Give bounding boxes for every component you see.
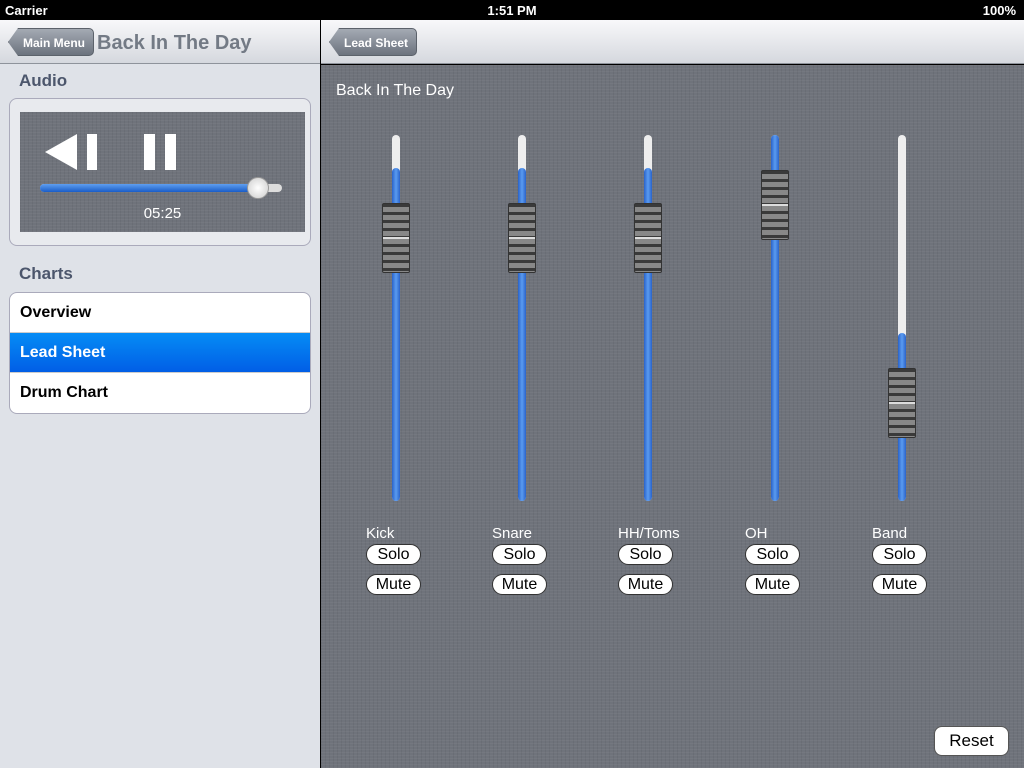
channel-label: Kick — [366, 525, 395, 542]
fader-track[interactable] — [898, 135, 906, 501]
sidebar-title: Back In The Day — [97, 32, 252, 54]
channel-label: Snare — [492, 525, 533, 542]
fader-thumb[interactable] — [508, 202, 536, 273]
fader-track[interactable] — [644, 135, 652, 501]
status-bar: Carrier 1:51 PM 100% — [0, 0, 1024, 20]
chart-item[interactable]: Lead Sheet — [10, 333, 310, 373]
fader-thumb[interactable] — [761, 170, 789, 241]
main-panel: Lead Sheet Back In The Day Reset Kick So… — [321, 20, 1024, 768]
sidebar-nav-bar: Main Menu Back In The Day — [0, 20, 320, 64]
mute-button[interactable]: Mute — [618, 574, 673, 595]
lead-sheet-back-button[interactable]: Lead Sheet — [329, 28, 418, 56]
chart-item[interactable]: Drum Chart — [10, 373, 310, 413]
song-title: Back In The Day — [336, 82, 454, 99]
charts-list: Overview Lead Sheet Drum Chart — [9, 292, 311, 414]
main-nav-bar: Lead Sheet — [321, 20, 1024, 64]
audio-panel: 05:25 — [9, 98, 311, 246]
progress-fill — [40, 184, 258, 192]
fader-track[interactable] — [392, 135, 400, 501]
main-menu-button[interactable]: Main Menu — [8, 28, 94, 56]
fader-track[interactable] — [518, 135, 526, 501]
mute-button[interactable]: Mute — [492, 574, 547, 595]
solo-button[interactable]: Solo — [366, 544, 421, 565]
solo-button[interactable]: Solo — [872, 544, 927, 565]
pause-icon[interactable] — [144, 132, 180, 172]
channel-label: OH — [745, 525, 768, 542]
audio-heading: Audio — [19, 71, 68, 90]
audio-player: 05:25 — [20, 112, 305, 232]
mute-button[interactable]: Mute — [745, 574, 800, 595]
clock: 1:51 PM — [487, 3, 537, 18]
elapsed-time: 05:25 — [143, 205, 182, 222]
channel-label: HH/Toms — [618, 525, 680, 542]
solo-button[interactable]: Solo — [618, 544, 673, 565]
fader-thumb[interactable] — [888, 368, 916, 439]
solo-button[interactable]: Solo — [492, 544, 547, 565]
chart-item[interactable]: Overview — [10, 293, 310, 333]
solo-button[interactable]: Solo — [745, 544, 800, 565]
channel-label: Band — [872, 525, 908, 542]
mute-button[interactable]: Mute — [872, 574, 927, 595]
mixer: Back In The Day Reset Kick Solo Mute Sna… — [321, 65, 1024, 768]
progress-slider[interactable] — [40, 177, 282, 199]
progress-thumb[interactable] — [246, 177, 269, 199]
charts-heading: Charts — [19, 264, 73, 283]
reset-button[interactable]: Reset — [934, 726, 1009, 756]
battery-label: 100% — [982, 3, 1016, 18]
fader-thumb[interactable] — [634, 202, 662, 273]
mute-button[interactable]: Mute — [366, 574, 421, 595]
sidebar: Main Menu Back In The Day Audio 05:25 Ch… — [0, 20, 320, 768]
rewind-icon[interactable] — [45, 132, 100, 172]
fader-thumb[interactable] — [382, 202, 410, 273]
